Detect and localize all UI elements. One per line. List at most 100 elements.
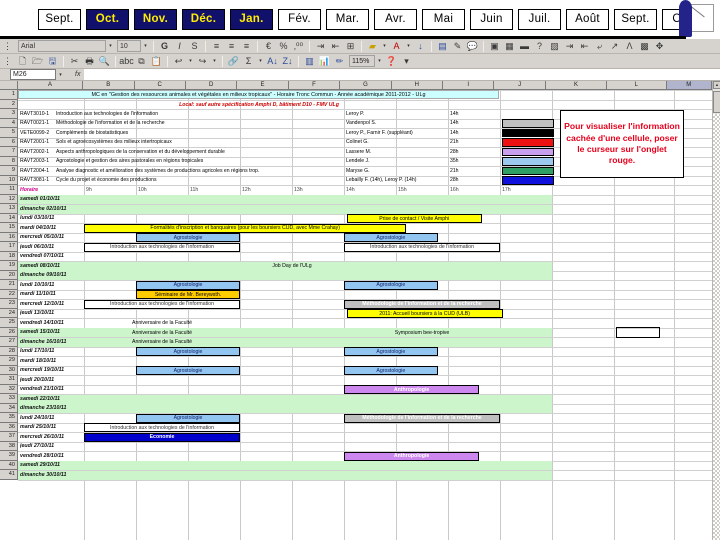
course-name-9[interactable]: Analyse diagnostic et amélioration des s…: [56, 166, 306, 175]
calendar-event-30-1[interactable]: Agrostologie: [344, 366, 438, 375]
orientation-button[interactable]: ↗: [607, 40, 622, 53]
align-right-button[interactable]: ≡: [239, 40, 254, 53]
align-center-button[interactable]: ≡: [224, 40, 239, 53]
course-hours-10[interactable]: 28h: [450, 176, 476, 185]
fill-color-button[interactable]: ▰: [365, 40, 380, 53]
course-hours-5[interactable]: 14h: [450, 128, 476, 137]
row-header-19[interactable]: 19: [0, 261, 18, 271]
course-hours-8[interactable]: 35h: [450, 157, 476, 166]
chart-bars-button[interactable]: 📊: [317, 55, 332, 68]
row-header-39[interactable]: 39: [0, 451, 18, 461]
row-header-6[interactable]: 6: [0, 137, 18, 147]
row-header-29[interactable]: 29: [0, 356, 18, 366]
course-teacher-8[interactable]: Lendele J.: [346, 157, 434, 166]
day-date-16[interactable]: mercredi 05/10/11: [20, 233, 82, 242]
day-date-17[interactable]: jeudi 06/10/11: [20, 242, 82, 251]
underline-button[interactable]: S: [187, 40, 202, 53]
format-painter-button[interactable]: ✥: [652, 40, 667, 53]
row-header-41[interactable]: 41: [0, 470, 18, 480]
course-teacher-7[interactable]: Lassere M.: [346, 147, 434, 156]
row-header-1[interactable]: 1: [0, 90, 18, 100]
day-date-33[interactable]: samedi 22/10/11: [20, 394, 82, 403]
undo-button[interactable]: ↩: [171, 55, 186, 68]
drawing-toolbar-button[interactable]: ✏: [332, 55, 347, 68]
time-slot-15h[interactable]: 15h: [398, 185, 428, 194]
day-date-26[interactable]: samedi 15/10/11: [20, 328, 82, 337]
row-header-23[interactable]: 23: [0, 299, 18, 309]
month-tab-jan-4[interactable]: Jan.: [230, 8, 273, 30]
italic-button[interactable]: I: [172, 40, 187, 53]
image-button[interactable]: ▨: [547, 40, 562, 53]
chart-button[interactable]: ▥: [302, 55, 317, 68]
insert-function-icon[interactable]: fx: [75, 71, 80, 78]
sheet-title-cell[interactable]: MC en "Gestion des ressources animales e…: [18, 90, 499, 99]
day-date-35[interactable]: lundi 24/10/11: [20, 413, 82, 422]
day-date-13[interactable]: dimanche 02/10/11: [20, 204, 82, 213]
row-header-14[interactable]: 14: [0, 213, 18, 223]
calendar-event-25-0[interactable]: Anniversaire de la Faculté: [84, 319, 240, 328]
day-date-31[interactable]: jeudi 20/10/11: [20, 375, 82, 384]
column-header-J[interactable]: J: [494, 81, 546, 90]
comment-button[interactable]: 💬: [465, 40, 480, 53]
day-date-34[interactable]: dimanche 23/10/11: [20, 404, 82, 413]
course-code-7[interactable]: RAVT2002-1: [20, 147, 60, 156]
day-date-38[interactable]: jeudi 27/10/11: [20, 442, 82, 451]
calendar-event-36-0[interactable]: Introduction aux technologies de l'infor…: [84, 423, 240, 432]
paste-button[interactable]: 📋: [149, 55, 164, 68]
row-header-17[interactable]: 17: [0, 242, 18, 252]
row-header-20[interactable]: 20: [0, 270, 18, 280]
month-tab-nov-2[interactable]: Nov.: [134, 8, 177, 30]
course-teacher-6[interactable]: Colinet G.: [346, 138, 434, 147]
print-button[interactable]: 🖶: [82, 55, 97, 68]
help-button[interactable]: ?: [532, 40, 547, 53]
course-teacher-10[interactable]: Lebailly F. (14h), Leroy P. (14h): [346, 176, 434, 185]
calendar-event-23-1[interactable]: Méthodologie de l'information et de la r…: [344, 299, 500, 309]
merge-cells-button[interactable]: ⊞: [343, 40, 358, 53]
course-name-10[interactable]: Cycle du projet et économie des producti…: [56, 176, 306, 185]
line-button[interactable]: ▬: [517, 40, 532, 53]
calendar-event-27-0[interactable]: Anniversaire de la Faculté: [84, 337, 240, 347]
month-tab-mai-8[interactable]: Mai: [422, 8, 465, 30]
time-slot-11h[interactable]: 11h: [190, 185, 220, 194]
font-size-box[interactable]: 10: [117, 40, 141, 52]
column-header-G[interactable]: G: [340, 81, 392, 90]
row-header-18[interactable]: 18: [0, 251, 18, 261]
month-tab-déc-3[interactable]: Déc.: [182, 8, 225, 30]
zoom-dropdown-icon[interactable]: ▾: [375, 55, 384, 67]
comma-format-button[interactable]: ‚⁰⁰: [291, 40, 306, 53]
course-code-3[interactable]: RAVT3010-1: [20, 109, 60, 118]
column-header-B[interactable]: B: [83, 81, 135, 90]
day-date-22[interactable]: mardi 11/10/11: [20, 290, 82, 299]
day-date-18[interactable]: vendredi 07/10/11: [20, 252, 82, 261]
new-file-button[interactable]: 🗋: [15, 55, 30, 68]
row-header-7[interactable]: 7: [0, 147, 18, 157]
row-header-32[interactable]: 32: [0, 384, 18, 394]
toolbar-overflow-icon[interactable]: ▾: [399, 55, 414, 68]
course-hours-6[interactable]: 21h: [450, 138, 476, 147]
time-slot-16h[interactable]: 16h: [450, 185, 480, 194]
column-header-H[interactable]: H: [391, 81, 444, 90]
align-left-button[interactable]: ≡: [209, 40, 224, 53]
row-header-11[interactable]: 11: [0, 185, 18, 195]
day-date-25[interactable]: vendredi 14/10/11: [20, 318, 82, 327]
function-button[interactable]: ▩: [637, 40, 652, 53]
increase-decimal-button[interactable]: ⇥: [313, 40, 328, 53]
row-header-40[interactable]: 40: [0, 460, 18, 470]
day-date-27[interactable]: dimanche 16/10/11: [20, 337, 82, 346]
row-header-8[interactable]: 8: [0, 156, 18, 166]
calendar-event-26-1[interactable]: Symposium bee-tropive: [344, 328, 500, 337]
row-header-34[interactable]: 34: [0, 403, 18, 413]
course-teacher-4[interactable]: Vandenpol S.: [346, 119, 434, 128]
spreadsheet-grid[interactable]: ABCDEFGHIJKLM 1 2 3 4 5 6 7 8 9 10 11 12 13 14 15 16 17 1…: [0, 81, 720, 540]
month-tab-oct-1[interactable]: Oct.: [86, 8, 129, 30]
row-header-37[interactable]: 37: [0, 432, 18, 442]
row-header-9[interactable]: 9: [0, 166, 18, 176]
calendar-event-35-0[interactable]: Agrostologie: [136, 413, 240, 423]
font-color-button[interactable]: A: [389, 40, 404, 53]
course-hours-4[interactable]: 14h: [450, 119, 476, 128]
calendar-event-16-0[interactable]: Agrostologie: [136, 233, 240, 242]
row-header-15[interactable]: 15: [0, 223, 18, 233]
column-header-M[interactable]: M: [666, 81, 712, 90]
calendar-event-21-1[interactable]: Agrostologie: [344, 280, 438, 290]
fill-color-dropdown-icon[interactable]: ▾: [380, 40, 389, 52]
